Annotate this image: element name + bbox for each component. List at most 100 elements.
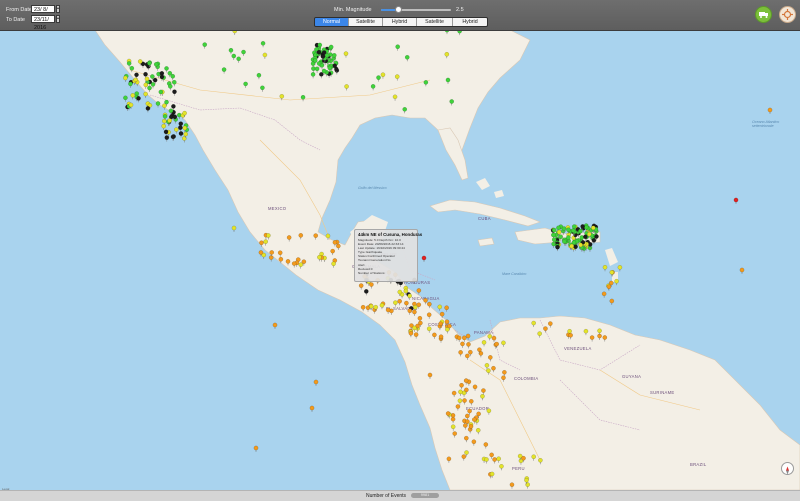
earthquake-marker-pin[interactable] (491, 365, 496, 373)
earthquake-marker-pin[interactable] (543, 326, 548, 333)
earthquake-marker-pin[interactable] (397, 298, 402, 306)
earthquake-marker-pin[interactable] (489, 471, 495, 478)
earthquake-marker-pin[interactable] (314, 66, 320, 73)
earthquake-marker-pin[interactable] (551, 241, 556, 248)
earthquake-marker-pin[interactable] (468, 399, 474, 406)
earthquake-marker-pin[interactable] (147, 85, 152, 93)
earthquake-marker-pin[interactable] (445, 327, 450, 334)
settings-button[interactable] (779, 6, 796, 23)
map-mode-normal[interactable]: Normal (315, 18, 349, 26)
earthquake-marker-pin[interactable] (488, 355, 493, 362)
earthquake-marker-pin[interactable] (385, 307, 391, 314)
earthquake-marker-pin[interactable] (228, 47, 234, 55)
earthquake-marker-pin[interactable] (319, 72, 324, 79)
earthquake-marker-pin[interactable] (143, 91, 148, 99)
to-date-stepper[interactable]: ▴ (56, 15, 60, 23)
earthquake-marker-pin[interactable] (601, 291, 607, 298)
earthquake-marker-pin[interactable] (155, 101, 161, 108)
earthquake-marker-pin[interactable] (394, 74, 400, 81)
earthquake-marker-pin[interactable] (168, 84, 173, 91)
earthquake-marker-pin[interactable] (439, 311, 445, 319)
earthquake-marker-pin[interactable] (460, 341, 465, 348)
earthquake-marker-pin[interactable] (426, 312, 432, 319)
earthquake-marker-pin[interactable] (481, 340, 487, 347)
earthquake-marker-pin[interactable] (531, 454, 537, 461)
earthquake-marker-pin[interactable] (597, 328, 602, 335)
earthquake-marker-pin[interactable] (452, 431, 458, 438)
map-mode-satellite[interactable]: Satellite (349, 18, 383, 26)
earthquake-marker-pin[interactable] (170, 134, 176, 141)
earthquake-marker-pin[interactable] (484, 457, 489, 464)
earthquake-marker-pin[interactable] (279, 93, 285, 101)
refresh-button[interactable] (755, 6, 772, 23)
earthquake-marker-pin[interactable] (360, 304, 366, 312)
earthquake-marker-pin[interactable] (733, 197, 739, 204)
earthquake-marker-pin[interactable] (263, 239, 268, 246)
earthquake-marker-pin[interactable] (491, 335, 497, 343)
earthquake-marker-pin[interactable] (260, 85, 265, 92)
earthquake-marker-pin[interactable] (538, 457, 543, 465)
earthquake-marker-pin[interactable] (449, 99, 455, 106)
earthquake-marker-pin[interactable] (455, 404, 461, 411)
earthquake-marker-pin[interactable] (423, 80, 429, 87)
earthquake-marker-pin[interactable] (278, 256, 284, 264)
earthquake-marker-pin[interactable] (416, 288, 422, 295)
map-mode-hybrid[interactable]: Hybrid (383, 18, 417, 26)
earthquake-marker-pin[interactable] (446, 456, 452, 463)
earthquake-marker-pin[interactable] (531, 320, 536, 328)
earthquake-marker-pin[interactable] (444, 305, 449, 312)
earthquake-marker-pin[interactable] (145, 106, 151, 113)
earthquake-marker-pin[interactable] (767, 107, 773, 114)
earthquake-marker-pin[interactable] (285, 259, 291, 266)
earthquake-marker-pin[interactable] (136, 96, 141, 103)
earthquake-marker-pin[interactable] (393, 300, 398, 307)
earthquake-marker-pin[interactable] (130, 93, 136, 100)
earthquake-marker-pin[interactable] (465, 353, 470, 360)
earthquake-marker-pin[interactable] (463, 423, 468, 430)
earthquake-marker-pin[interactable] (277, 250, 283, 257)
earthquake-marker-pin[interactable] (231, 225, 237, 232)
earthquake-marker-pin[interactable] (331, 261, 336, 268)
earthquake-marker-pin[interactable] (376, 75, 381, 82)
earthquake-marker-pin[interactable] (243, 81, 248, 88)
earthquake-marker-pin[interactable] (501, 340, 506, 347)
earthquake-marker-pin[interactable] (487, 334, 493, 341)
earthquake-marker-pin[interactable] (392, 94, 398, 101)
earthquake-marker-pin[interactable] (286, 235, 292, 242)
earthquake-marker-pin[interactable] (589, 335, 595, 342)
earthquake-marker-pin[interactable] (459, 382, 464, 390)
map-mode-hybrid-flyover[interactable]: Hybrid FlyOver (453, 18, 487, 26)
earthquake-marker-pin[interactable] (407, 308, 413, 315)
earthquake-marker-pin[interactable] (262, 52, 268, 59)
earthquake-marker-pin[interactable] (178, 131, 184, 138)
earthquake-marker-pin[interactable] (609, 270, 615, 277)
earthquake-marker-pin[interactable] (172, 89, 177, 96)
earthquake-marker-pin[interactable] (162, 103, 167, 110)
earthquake-marker-pin[interactable] (450, 424, 456, 431)
earthquake-marker-pin[interactable] (609, 298, 615, 306)
earthquake-marker-pin[interactable] (163, 129, 169, 136)
earthquake-marker-pin[interactable] (344, 84, 349, 91)
earthquake-marker-pin[interactable] (236, 56, 241, 63)
earthquake-marker-pin[interactable] (298, 262, 304, 269)
earthquake-marker-pin[interactable] (472, 417, 477, 424)
earthquake-marker-pin[interactable] (370, 84, 376, 91)
earthquake-marker-pin[interactable] (427, 301, 432, 309)
earthquake-marker-pin[interactable] (404, 300, 409, 308)
earthquake-marker-pin[interactable] (456, 335, 462, 342)
earthquake-marker-pin[interactable] (548, 321, 553, 328)
earthquake-marker-pin[interactable] (358, 283, 364, 290)
earthquake-marker-pin[interactable] (176, 112, 182, 120)
earthquake-marker-pin[interactable] (614, 278, 619, 286)
earthquake-marker-pin[interactable] (241, 49, 246, 57)
earthquake-marker-pin[interactable] (492, 457, 497, 464)
earthquake-marker-pin[interactable] (499, 464, 504, 471)
earthquake-marker-pin[interactable] (178, 125, 183, 132)
earthquake-marker-pin[interactable] (525, 482, 530, 489)
earthquake-marker-pin[interactable] (486, 408, 492, 415)
earthquake-marker-pin[interactable] (298, 233, 304, 240)
earthquake-marker-pin[interactable] (437, 304, 443, 311)
earthquake-marker-pin[interactable] (471, 439, 477, 446)
earthquake-marker-pin[interactable] (481, 388, 486, 395)
earthquake-marker-pin[interactable] (129, 65, 135, 73)
